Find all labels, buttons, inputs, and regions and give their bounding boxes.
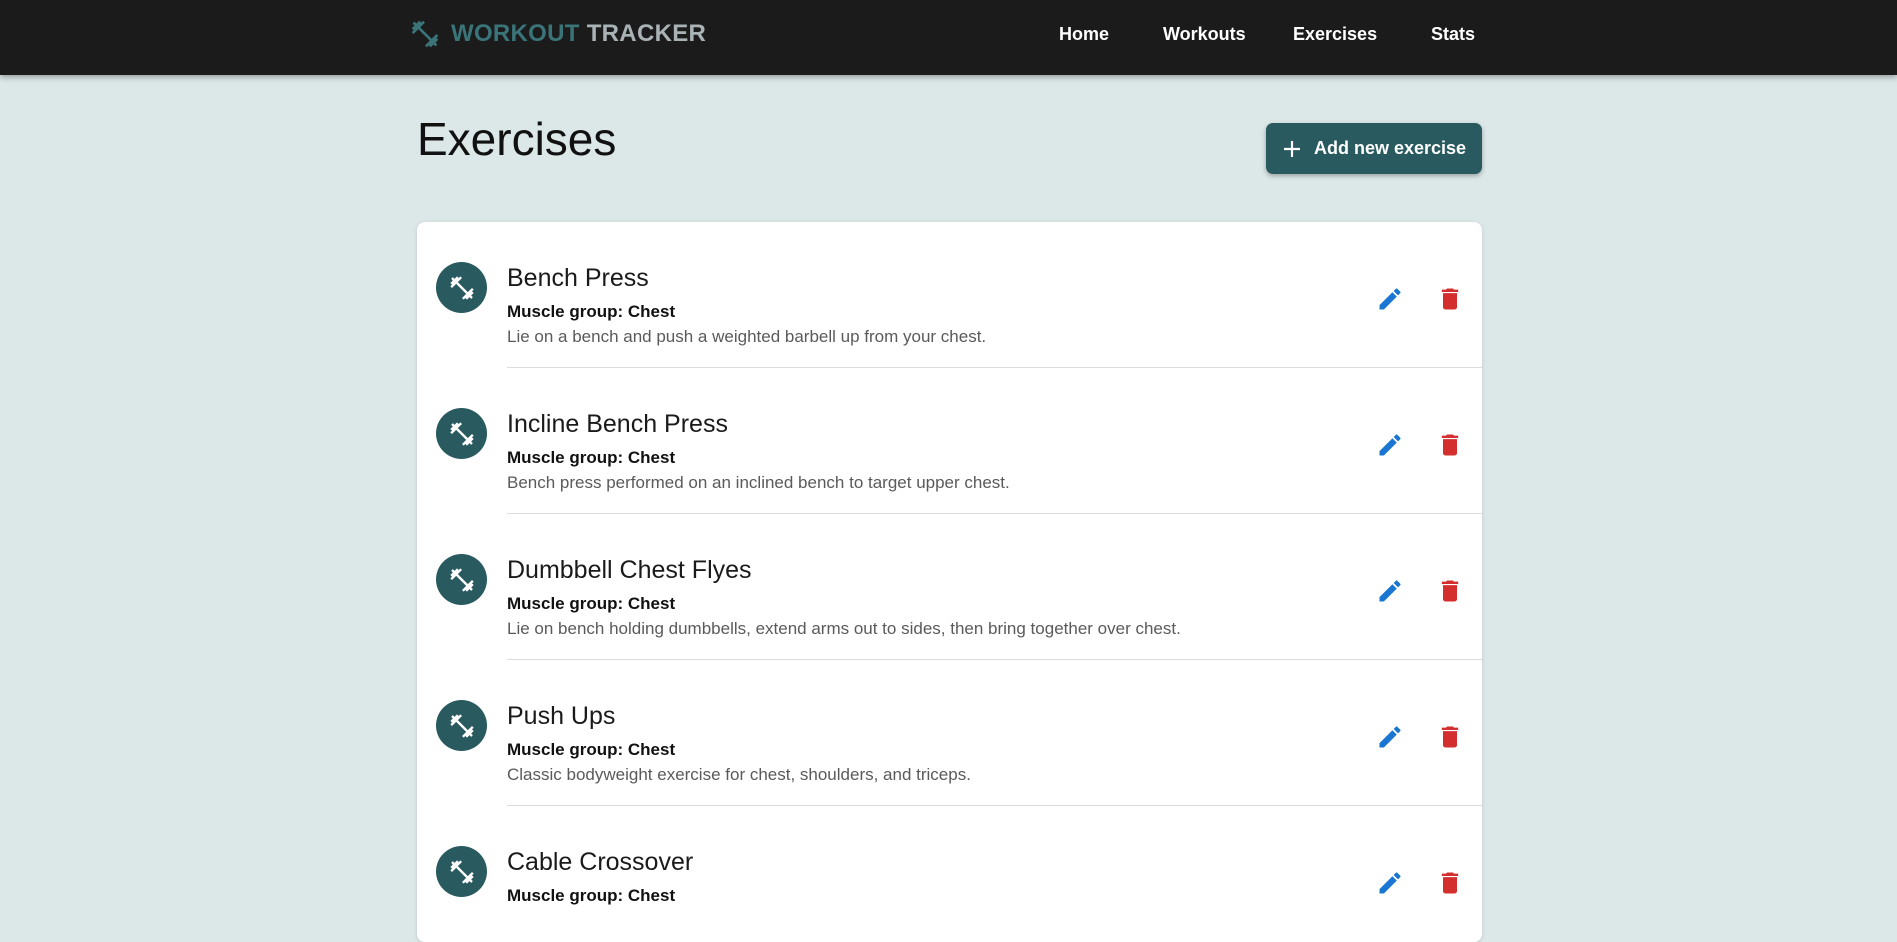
list-item[interactable]: Push Ups Muscle group: Chest Classic bod…: [417, 660, 1482, 806]
nav-stats[interactable]: Stats: [1431, 24, 1475, 45]
edit-button[interactable]: [1375, 722, 1405, 752]
exercise-muscle-group: Muscle group: Chest: [507, 594, 676, 613]
brand-title-second: TRACKER: [586, 20, 707, 47]
pencil-icon: [1379, 434, 1401, 456]
trash-icon: [1441, 726, 1459, 748]
edit-button[interactable]: [1375, 868, 1405, 898]
pencil-icon: [1379, 288, 1401, 310]
dumbbell-icon: [436, 262, 487, 313]
pencil-icon: [1379, 580, 1401, 602]
edit-button[interactable]: [1375, 576, 1405, 606]
delete-button[interactable]: [1435, 868, 1465, 898]
list-item[interactable]: Dumbbell Chest Flyes Muscle group: Chest…: [417, 514, 1482, 660]
exercise-name: Cable Crossover: [507, 848, 694, 876]
add-exercise-button[interactable]: Add new exercise: [1266, 123, 1482, 174]
edit-button[interactable]: [1375, 284, 1405, 314]
exercise-muscle-group: Muscle group: Chest: [507, 302, 676, 321]
dumbbell-icon: [436, 846, 487, 897]
delete-button[interactable]: [1435, 722, 1465, 752]
add-exercise-label: Add new exercise: [1313, 138, 1467, 158]
exercise-name: Bench Press: [507, 264, 649, 292]
list-item[interactable]: Cable Crossover Muscle group: Chest: [417, 806, 1482, 942]
exercise-muscle-group: Muscle group: Chest: [507, 740, 676, 759]
nav-home[interactable]: Home: [1059, 24, 1109, 45]
nav-exercises[interactable]: Exercises: [1293, 24, 1377, 45]
brand-title: WORKOUT TRACKER: [451, 20, 706, 48]
pencil-icon: [1379, 726, 1401, 748]
list-item[interactable]: Bench Press Muscle group: Chest Lie on a…: [417, 222, 1482, 368]
exercise-description: Bench press performed on an inclined ben…: [507, 473, 1010, 492]
trash-icon: [1441, 288, 1459, 310]
delete-button[interactable]: [1435, 284, 1465, 314]
dumbbell-icon: [436, 554, 487, 605]
dumbbell-icon: [436, 700, 487, 751]
exercise-name: Incline Bench Press: [507, 410, 728, 438]
exercise-name: Dumbbell Chest Flyes: [507, 556, 752, 584]
brand[interactable]: WORKOUT TRACKER: [408, 17, 706, 51]
list-item[interactable]: Incline Bench Press Muscle group: Chest …: [417, 368, 1482, 514]
delete-button[interactable]: [1435, 576, 1465, 606]
exercise-description: Classic bodyweight exercise for chest, s…: [507, 765, 971, 784]
exercise-name: Push Ups: [507, 702, 616, 730]
exercise-list: Bench Press Muscle group: Chest Lie on a…: [417, 222, 1482, 942]
delete-button[interactable]: [1435, 430, 1465, 460]
exercise-description: Lie on bench holding dumbbells, extend a…: [507, 619, 1181, 638]
top-app-bar: WORKOUT TRACKER Home Workouts Exercises …: [0, 0, 1897, 75]
brand-title-first: WORKOUT: [451, 20, 580, 47]
dumbbell-icon: [408, 17, 442, 51]
nav-workouts[interactable]: Workouts: [1163, 24, 1246, 45]
pencil-icon: [1379, 872, 1401, 894]
exercise-muscle-group: Muscle group: Chest: [507, 448, 676, 467]
dumbbell-icon: [436, 408, 487, 459]
exercise-description: Lie on a bench and push a weighted barbe…: [507, 327, 987, 346]
trash-icon: [1441, 434, 1459, 456]
trash-icon: [1441, 872, 1459, 894]
exercise-muscle-group: Muscle group: Chest: [507, 886, 676, 905]
trash-icon: [1441, 580, 1459, 602]
page-title: Exercises: [417, 113, 617, 165]
plus-icon: [1282, 139, 1302, 159]
edit-button[interactable]: [1375, 430, 1405, 460]
